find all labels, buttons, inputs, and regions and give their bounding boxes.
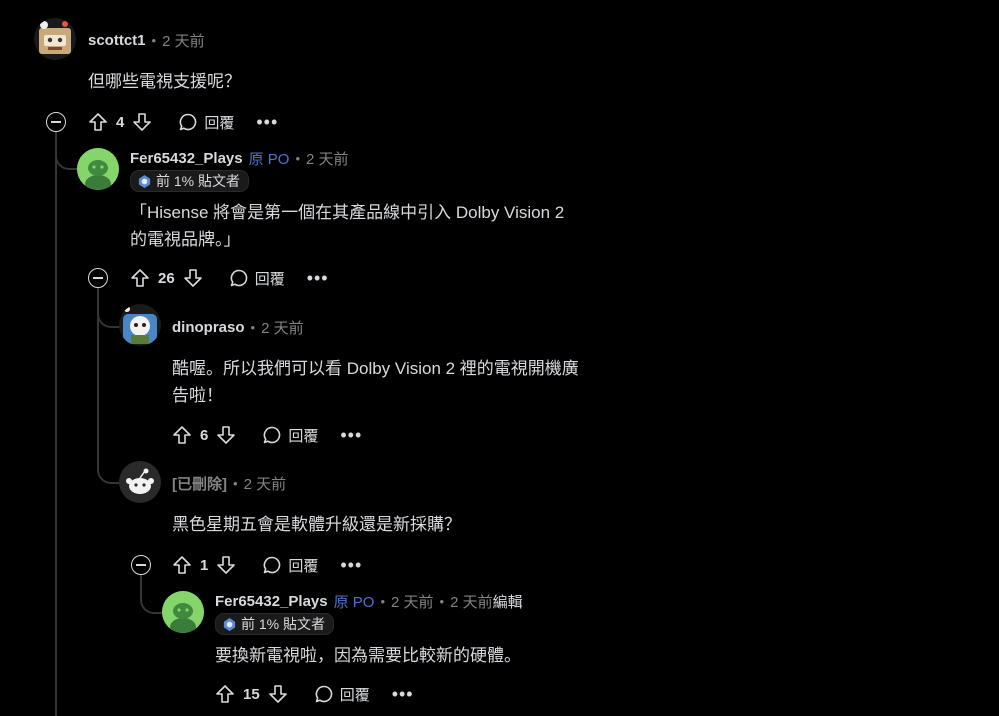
username[interactable]: Fer65432_Plays: [130, 150, 243, 167]
comment-body: 但哪些電視支援呢？: [88, 72, 241, 91]
comment-body-line: 的電視品牌。」: [130, 230, 241, 249]
reply-label: 回覆: [288, 557, 319, 575]
top-poster-badge: 前 1% 貼文者: [130, 170, 250, 192]
comment-icon: [263, 556, 281, 574]
reply-label: 回覆: [288, 427, 319, 445]
vote-count: 1: [200, 556, 209, 574]
upvote-icon[interactable]: [128, 266, 152, 290]
separator: •: [151, 33, 157, 48]
op-flair: 原 PO: [248, 151, 290, 168]
upvote-icon[interactable]: [86, 110, 110, 134]
deleted-username: [已刪除]: [172, 476, 227, 493]
avatar-image: [162, 591, 204, 633]
username[interactable]: Fer65432_Plays: [215, 593, 328, 610]
avatar-image: [39, 21, 71, 54]
separator: •: [233, 476, 238, 491]
comment-icon: [230, 269, 247, 287]
timestamp[interactable]: 2 天前: [391, 591, 434, 612]
separator: •: [295, 151, 301, 166]
default-avatar-icon: [119, 461, 161, 503]
collapse-thread-button[interactable]: [88, 268, 108, 288]
downvote-icon[interactable]: [266, 682, 290, 706]
comment-icon: [315, 685, 332, 703]
reply-button[interactable]: 回覆: [262, 425, 318, 446]
avatar[interactable]: [119, 304, 161, 346]
comment-icon: [263, 426, 281, 444]
downvote-icon[interactable]: [214, 553, 238, 577]
timestamp[interactable]: 2 天前: [162, 30, 205, 51]
badge-label: 前 1% 貼文者: [156, 173, 241, 189]
comment-actions: 26 回覆 •••: [128, 265, 329, 291]
comment-actions: 1 回覆 •••: [170, 552, 362, 578]
comment-icon: [179, 113, 197, 131]
username[interactable]: dinopraso: [172, 319, 245, 336]
vote-count: 6: [200, 426, 209, 444]
separator: •: [380, 594, 386, 609]
vote-count: 15: [243, 685, 260, 703]
edited-label: 編輯: [492, 594, 523, 611]
avatar[interactable]: [162, 591, 204, 633]
downvote-icon[interactable]: [130, 110, 154, 134]
more-options-button[interactable]: •••: [392, 685, 414, 703]
comment-body-line: 告啦！: [172, 386, 223, 405]
timestamp[interactable]: 2 天前: [244, 473, 287, 494]
upvote-icon[interactable]: [213, 682, 237, 706]
comment-actions: 15 回覆 •••: [213, 681, 414, 707]
reply-button[interactable]: 回覆: [262, 555, 318, 576]
timestamp[interactable]: 2 天前: [261, 317, 304, 338]
achievement-icon: [138, 174, 151, 188]
comment-body: 要換新電視啦，因為需要比較新的硬體。: [215, 646, 521, 665]
reply-button[interactable]: 回覆: [178, 112, 234, 133]
top-poster-badge: 前 1% 貼文者: [215, 613, 335, 635]
upvote-icon[interactable]: [170, 423, 194, 447]
more-options-button[interactable]: •••: [340, 426, 362, 444]
avatar[interactable]: [34, 18, 76, 60]
reply-label: 回覆: [204, 114, 235, 132]
edited-timestamp: 2 天前: [450, 594, 493, 611]
more-options-button[interactable]: •••: [307, 269, 329, 287]
more-options-button[interactable]: •••: [340, 556, 362, 574]
achievement-icon: [223, 617, 236, 631]
separator: •: [250, 320, 256, 335]
avatar: [119, 461, 161, 503]
comment-body-line: 酷喔。所以我們可以看 Dolby Vision 2 裡的電視開機廣: [172, 359, 579, 378]
upvote-icon[interactable]: [170, 553, 194, 577]
separator: •: [439, 594, 445, 609]
avatar-image: [123, 306, 157, 344]
avatar[interactable]: [77, 148, 119, 190]
downvote-icon[interactable]: [181, 266, 205, 290]
timestamp[interactable]: 2 天前: [306, 148, 349, 169]
comment-actions: 6 回覆 •••: [170, 422, 362, 448]
op-flair: 原 PO: [333, 594, 375, 611]
username[interactable]: scottct1: [88, 32, 146, 49]
reply-button[interactable]: 回覆: [229, 268, 285, 289]
reply-label: 回覆: [339, 686, 370, 704]
comment-body-line: 「Hisense 將會是第一個在其產品線中引入 Dolby Vision 2: [130, 203, 565, 222]
comment-body: 「Hisense 將會是第一個在其產品線中引入 Dolby Vision 2 的…: [130, 199, 564, 253]
reply-button[interactable]: 回覆: [314, 684, 370, 705]
vote-count: 4: [116, 113, 125, 131]
comment-body: 酷喔。所以我們可以看 Dolby Vision 2 裡的電視開機廣 告啦！: [172, 355, 579, 409]
collapse-thread-button[interactable]: [131, 555, 151, 575]
thread-line[interactable]: [55, 132, 57, 716]
badge-label: 前 1% 貼文者: [241, 616, 326, 632]
downvote-icon[interactable]: [214, 423, 238, 447]
reply-label: 回覆: [254, 270, 285, 288]
comment-body: 黑色星期五會是軟體升級還是新採購？: [172, 515, 461, 534]
avatar-image: [77, 148, 119, 190]
more-options-button[interactable]: •••: [256, 113, 278, 131]
vote-count: 26: [158, 269, 175, 287]
collapse-thread-button[interactable]: [46, 112, 66, 132]
comment-actions: 4 回覆 •••: [86, 109, 278, 135]
